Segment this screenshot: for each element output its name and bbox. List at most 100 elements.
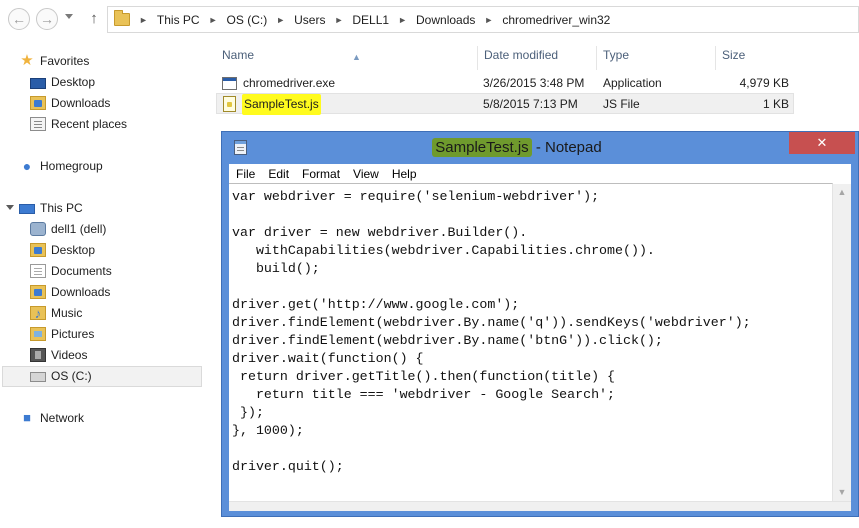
column-header-name[interactable]: Name ▲ — [216, 46, 478, 70]
nav-homegroup[interactable]: ● Homegroup — [19, 156, 103, 176]
code-line: driver.findElement(webdriver.By.name('bt… — [232, 333, 663, 348]
nav-favorites[interactable]: ★ Favorites — [19, 51, 89, 71]
horizontal-scrollbar[interactable] — [229, 501, 851, 511]
notepad-title-app-name: - Notepad — [535, 139, 602, 156]
nav-os-c[interactable]: OS (C:) — [30, 366, 92, 386]
file-name: chromedriver.exe — [243, 76, 336, 90]
breadcrumb-users[interactable]: Users — [294, 13, 325, 27]
column-header-size[interactable]: Size — [716, 46, 794, 70]
up-arrow-icon[interactable]: ↑ — [86, 9, 102, 29]
menu-edit[interactable]: Edit — [268, 167, 289, 181]
homegroup-icon: ● — [22, 158, 32, 174]
folder-icon — [114, 10, 130, 26]
notepad-client-area: File Edit Format View Help var webdriver… — [229, 164, 851, 511]
forward-arrow-icon[interactable]: → — [36, 8, 58, 30]
notepad-menu-bar: File Edit Format View Help — [229, 164, 851, 183]
nav-music[interactable]: ♪ Music — [30, 303, 82, 323]
menu-view[interactable]: View — [353, 167, 379, 181]
nav-desktop[interactable]: Desktop — [30, 240, 95, 260]
breadcrumb-os-c[interactable]: OS (C:) — [227, 13, 268, 27]
breadcrumb-separator-icon[interactable]: ► — [398, 15, 407, 25]
nav-label: Network — [40, 411, 85, 425]
this-pc-expand-chevron-icon[interactable] — [6, 205, 14, 210]
breadcrumb-chromedriver-win32[interactable]: chromedriver_win32 — [502, 13, 610, 27]
drive-icon — [30, 372, 46, 382]
nav-favorites-downloads[interactable]: Downloads — [30, 93, 110, 113]
recent-places-icon — [30, 117, 46, 131]
code-line: driver.get('http://www.google.com'); — [232, 297, 520, 312]
notepad-title-filename: SampleTest.js — [432, 138, 532, 157]
file-row[interactable]: chromedriver.exe 3/26/2015 3:48 PM Appli… — [216, 73, 794, 94]
js-file-icon — [223, 96, 236, 112]
nav-this-pc[interactable]: This PC — [19, 198, 83, 218]
address-bar[interactable]: ► This PC ► OS (C:) ► Users ► DELL1 ► Do… — [107, 6, 859, 33]
file-size: 1 KB — [762, 97, 789, 111]
nav-label: Desktop — [51, 243, 96, 257]
pictures-icon — [30, 327, 46, 341]
nav-user-folder[interactable]: dell1 (dell) — [30, 219, 106, 239]
code-line: }, 1000); — [232, 423, 304, 438]
column-header-label: Date modified — [484, 48, 559, 62]
nav-label: Music — [51, 306, 83, 320]
desktop-icon — [30, 77, 46, 89]
code-line: build(); — [232, 261, 320, 276]
videos-icon — [30, 348, 46, 362]
breadcrumb-separator-icon[interactable]: ► — [484, 15, 493, 25]
vertical-scrollbar[interactable]: ▲ ▼ — [833, 184, 851, 501]
nav-downloads[interactable]: Downloads — [30, 282, 110, 302]
user-folder-icon — [30, 222, 46, 236]
menu-help[interactable]: Help — [392, 167, 417, 181]
column-header-type[interactable]: Type — [597, 46, 716, 70]
breadcrumb-downloads[interactable]: Downloads — [416, 13, 475, 27]
documents-icon — [30, 264, 46, 278]
breadcrumb-separator-icon[interactable]: ► — [334, 15, 343, 25]
column-header-date-modified[interactable]: Date modified — [478, 46, 597, 70]
nav-favorites-label: Favorites — [40, 54, 90, 68]
menu-file[interactable]: File — [236, 167, 255, 181]
file-date: 3/26/2015 3:48 PM — [483, 76, 585, 90]
scroll-down-arrow-icon[interactable]: ▼ — [833, 484, 851, 501]
column-header-label: Type — [603, 48, 630, 62]
nav-pictures[interactable]: Pictures — [30, 324, 94, 344]
nav-label: OS (C:) — [51, 369, 92, 383]
nav-label: Downloads — [51, 285, 111, 299]
nav-label: Downloads — [51, 96, 111, 110]
code-line: var webdriver = require('selenium-webdri… — [232, 189, 600, 204]
scroll-up-arrow-icon[interactable]: ▲ — [833, 184, 851, 201]
breadcrumb-separator-icon: ► — [139, 14, 148, 25]
menu-format[interactable]: Format — [302, 167, 340, 181]
close-icon[interactable]: ✕ — [789, 132, 855, 154]
notepad-text-area[interactable]: var webdriver = require('selenium-webdri… — [229, 183, 833, 501]
nav-videos[interactable]: Videos — [30, 345, 87, 365]
breadcrumb-separator-icon[interactable]: ► — [209, 15, 218, 25]
recent-locations-chevron-down-icon[interactable] — [65, 14, 73, 19]
breadcrumb-dell1[interactable]: DELL1 — [352, 13, 389, 27]
music-icon: ♪ — [30, 306, 46, 321]
code-line: driver.quit(); — [232, 459, 344, 474]
network-icon: ■ — [23, 410, 31, 425]
file-row-selected[interactable]: SampleTest.js 5/8/2015 7:13 PM JS File 1… — [216, 93, 794, 115]
file-date: 5/8/2015 7:13 PM — [483, 97, 578, 111]
nav-label: Homegroup — [40, 159, 103, 173]
file-size: 4,979 KB — [739, 76, 789, 90]
desktop-folder-icon — [30, 243, 46, 257]
notepad-title-bar[interactable]: SampleTest.js - Notepad ✕ — [222, 132, 858, 164]
nav-favorites-desktop[interactable]: Desktop — [30, 72, 95, 92]
back-arrow-icon[interactable]: ← — [8, 8, 30, 30]
code-line: driver.wait(function() { — [232, 351, 424, 366]
nav-label: Recent places — [51, 117, 128, 131]
nav-favorites-recent-places[interactable]: Recent places — [30, 114, 127, 134]
code-line: driver.findElement(webdriver.By.name('q'… — [232, 315, 751, 330]
computer-icon — [19, 203, 35, 214]
file-name: SampleTest.js — [242, 94, 321, 115]
nav-documents[interactable]: Documents — [30, 261, 112, 281]
breadcrumb-this-pc[interactable]: This PC — [157, 13, 200, 27]
nav-network[interactable]: ■ Network — [19, 408, 84, 428]
breadcrumb-separator-icon[interactable]: ► — [276, 15, 285, 25]
code-line: var driver = new webdriver.Builder(). — [232, 225, 528, 240]
code-line: return title === 'webdriver - Google Sea… — [232, 387, 616, 402]
nav-label: Pictures — [51, 327, 95, 341]
